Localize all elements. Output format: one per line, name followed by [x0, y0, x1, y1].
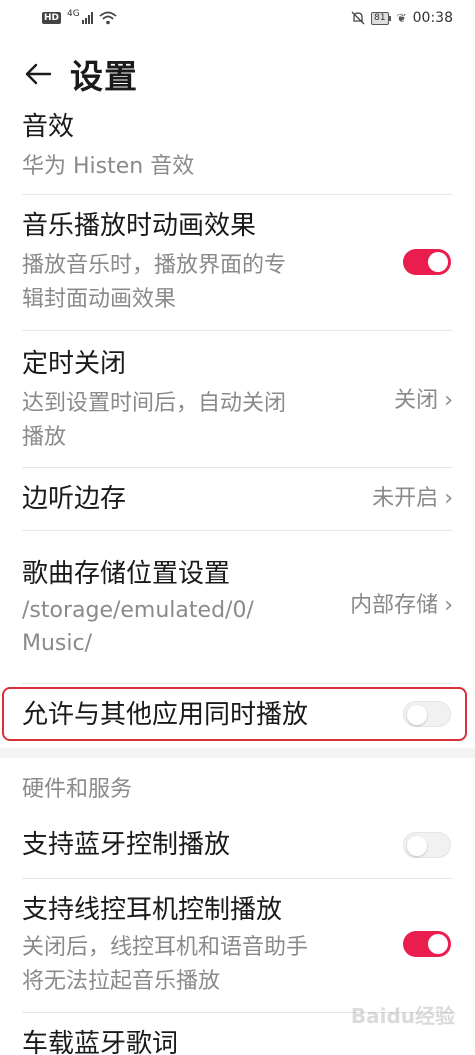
battery-icon: 81	[371, 11, 391, 25]
item-subtitle-line2: 将无法拉起音乐播放	[22, 969, 221, 994]
item-title: 定时关闭	[22, 349, 127, 379]
highlight-annotation	[2, 687, 467, 741]
item-subtitle-line1: 播放音乐时，播放界面的专	[22, 253, 287, 278]
item-subtitle-line1: 关闭后，线控耳机和语音助手	[22, 935, 309, 960]
clock: 00:38	[412, 10, 453, 26]
item-subtitle: 华为 Histen 音效	[22, 154, 195, 179]
cache-value: 未开启 ›	[372, 484, 453, 514]
sleep-timer-value: 关闭 ›	[394, 386, 453, 416]
animation-effect-item[interactable]: 音乐播放时动画效果 播放音乐时，播放界面的专 辑封面动画效果	[0, 195, 475, 330]
chevron-right-icon: ›	[444, 593, 453, 618]
back-arrow-icon	[25, 63, 52, 85]
page-title: 设置	[70, 57, 138, 96]
section-header: 硬件和服务	[22, 777, 133, 802]
storage-value: 内部存储 ›	[350, 591, 453, 621]
back-button[interactable]	[8, 44, 68, 104]
item-title: 歌曲存储位置设置	[22, 559, 231, 589]
animation-toggle[interactable]	[403, 249, 451, 275]
section-separator	[0, 748, 475, 758]
item-subtitle-line1: 达到设置时间后，自动关闭	[22, 391, 287, 416]
item-subtitle-line2: Music/	[22, 631, 93, 656]
item-subtitle-line1: /storage/emulated/0/	[22, 598, 254, 623]
sound-effect-item[interactable]: 音效 华为 Histen 音效	[0, 108, 475, 194]
settings-screen: HD 4G 81 ❦ 00:38 设置 音效 华为 Histen 音效 音乐播放…	[0, 0, 475, 1055]
wired-headset-toggle[interactable]	[403, 931, 451, 957]
sleep-timer-item[interactable]: 定时关闭 达到设置时间后，自动关闭 播放 关闭 ›	[0, 331, 475, 467]
value-text: 未开启	[372, 486, 439, 511]
item-title: 支持蓝牙控制播放	[22, 830, 231, 860]
status-right: 81 ❦ 00:38	[351, 10, 453, 26]
item-title: 支持线控耳机控制播放	[22, 895, 283, 925]
wired-headset-control-item[interactable]: 支持线控耳机控制播放 关闭后，线控耳机和语音助手 将无法拉起音乐播放	[0, 879, 475, 1011]
item-title: 车载蓝牙歌词	[22, 1029, 179, 1055]
mute-bell-icon	[351, 11, 365, 25]
chevron-right-icon: ›	[444, 486, 453, 511]
item-title: 音效	[22, 112, 75, 142]
divider	[22, 683, 453, 684]
value-text: 关闭	[394, 388, 439, 413]
item-subtitle-line2: 播放	[22, 425, 67, 450]
bluetooth-control-toggle[interactable]	[403, 832, 451, 858]
status-bar: HD 4G 81 ❦ 00:38	[0, 0, 475, 36]
watermark: Baidu经验	[350, 1004, 455, 1028]
battery-level: 81	[371, 11, 389, 25]
value-text: 内部存储	[350, 593, 439, 618]
status-left: HD 4G	[42, 9, 117, 25]
item-subtitle-line2: 辑封面动画效果	[22, 287, 177, 312]
chevron-right-icon: ›	[444, 388, 453, 413]
storage-location-item[interactable]: 歌曲存储位置设置 /storage/emulated/0/ Music/ 内部存…	[0, 531, 475, 683]
header: 设置	[0, 44, 475, 104]
signal-icon	[81, 12, 93, 24]
hd-badge: HD	[42, 12, 62, 24]
bluetooth-control-item[interactable]: 支持蓝牙控制播放	[0, 812, 475, 878]
wifi-icon	[99, 11, 117, 25]
item-title: 音乐播放时动画效果	[22, 211, 257, 241]
leaf-icon: ❦	[396, 11, 407, 25]
network-type: 4G	[67, 9, 80, 19]
cache-while-listening-item[interactable]: 边听边存 未开启 ›	[0, 468, 475, 530]
item-title: 边听边存	[22, 484, 127, 514]
